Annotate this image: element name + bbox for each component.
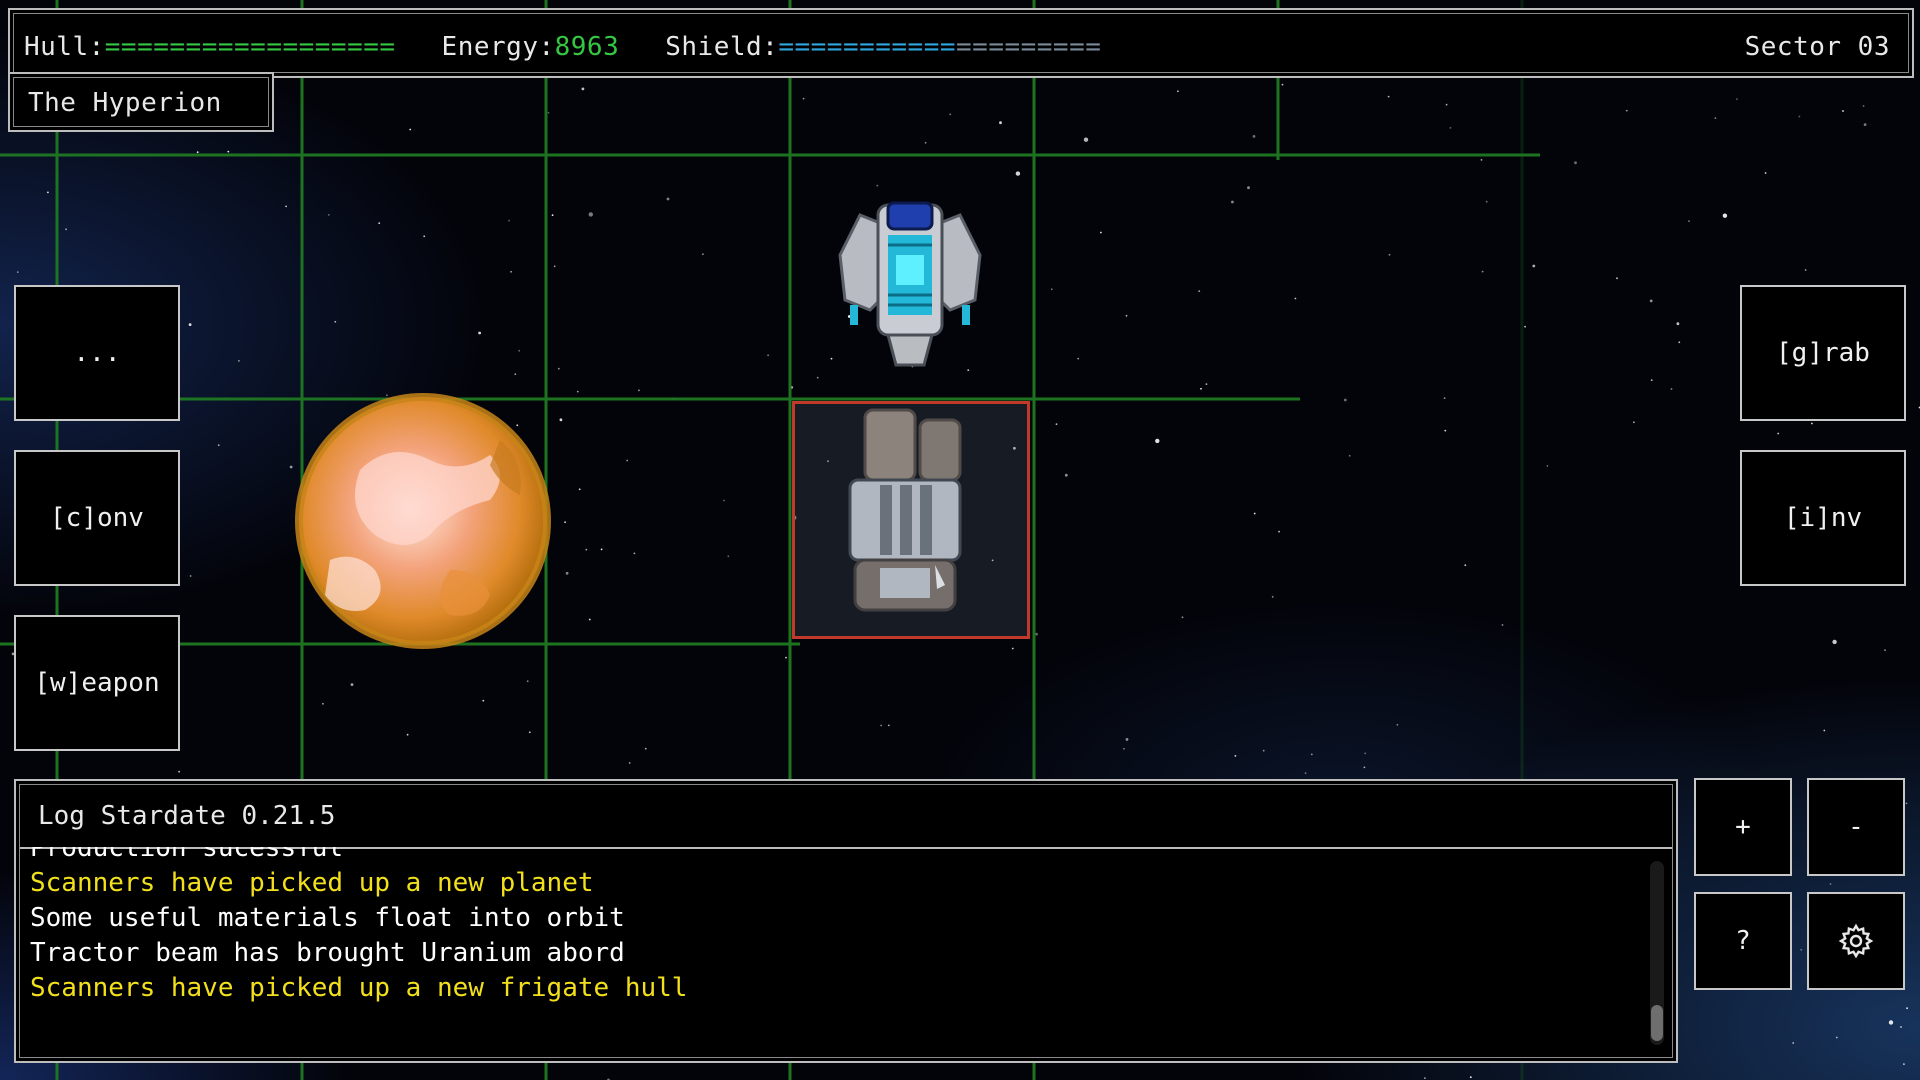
conv-button-label: [c]onv [50,503,144,533]
log-line: Production sucessful [30,847,344,863]
hull-label: Hull: [24,32,105,62]
log-scrollbar[interactable] [1650,861,1664,1045]
planet-sprite[interactable] [295,393,551,649]
gear-icon [1838,923,1874,959]
log-scroll-thumb[interactable] [1651,1005,1663,1041]
shield-bar-empty: ========= [956,32,1102,62]
zoom-out-label: - [1848,812,1864,842]
settings-button[interactable] [1807,892,1905,990]
shield-label: Shield: [665,32,779,62]
weapon-button-label: [w]eapon [34,668,160,698]
shield-bar-filled: =========== [778,32,957,62]
energy-value: 8963 [554,32,620,62]
log-header: Log Stardate 0.21.5 [20,785,1672,849]
weapon-button[interactable]: [w]eapon [14,615,180,751]
log-line: Scanners have picked up a new frigate hu… [30,973,688,1003]
log-line: Tractor beam has brought Uranium abord [30,938,625,968]
sector-label: Sector 03 [1744,32,1890,62]
log-line: Scanners have picked up a new planet [30,868,594,898]
log-messages[interactable]: Production sucessful Scanners have picke… [30,847,1636,1053]
log-panel: Log Stardate 0.21.5 Production sucessful… [14,779,1678,1063]
selected-tile-highlight [792,401,1030,639]
zoom-in-label: + [1735,812,1751,842]
more-button[interactable]: ... [14,285,180,421]
inv-button-label: [i]nv [1783,503,1863,533]
inv-button[interactable]: [i]nv [1740,450,1906,586]
more-button-label: ... [73,338,121,368]
log-title: Log Stardate 0.21.5 [38,801,336,831]
game-viewport[interactable]: Hull: ================== Energy: 8963 Sh… [0,0,1920,1080]
hull-bar: ================== [104,32,396,62]
energy-label: Energy: [441,32,555,62]
player-ship-sprite[interactable] [838,201,982,367]
ship-name-panel: The Hyperion [8,72,274,132]
zoom-in-button[interactable]: + [1694,778,1792,876]
conv-button[interactable]: [c]onv [14,450,180,586]
zoom-out-button[interactable]: - [1807,778,1905,876]
status-bar: Hull: ================== Energy: 8963 Sh… [8,8,1914,78]
grab-button[interactable]: [g]rab [1740,285,1906,421]
help-button[interactable]: ? [1694,892,1792,990]
grab-button-label: [g]rab [1776,338,1870,368]
ship-name: The Hyperion [28,88,222,118]
help-label: ? [1735,926,1751,956]
log-line: Some useful materials float into orbit [30,903,625,933]
